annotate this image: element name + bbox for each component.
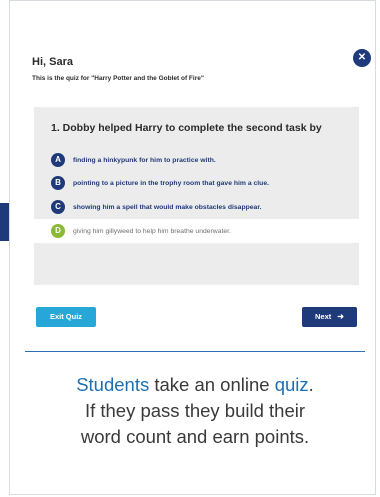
caption: Students take an online quiz. If they pa… xyxy=(25,372,365,450)
answer-option-d[interactable]: D giving him gillyweed to help him breat… xyxy=(34,219,359,243)
page: Hi, Sara This is the quiz for "Harry Pot… xyxy=(0,0,380,497)
arrow-right-icon: ➜ xyxy=(337,312,344,321)
next-button[interactable]: Next ➜ xyxy=(302,307,357,327)
option-text-c: showing him a spell that would make obst… xyxy=(73,203,262,211)
option-text-d: giving him gillyweed to help him breathe… xyxy=(73,227,231,235)
option-letter-b: B xyxy=(51,176,65,190)
exit-quiz-button[interactable]: Exit Quiz xyxy=(36,307,96,327)
option-letter-c: C xyxy=(51,200,65,214)
caption-line-1: Students take an online quiz. xyxy=(25,372,365,398)
caption-line-3: word count and earn points. xyxy=(80,426,310,447)
option-text-a: finding a hinkypunk for him to practice … xyxy=(73,156,216,164)
greeting: Hi, Sara xyxy=(32,56,73,68)
question-text: 1. Dobby helped Harry to complete the se… xyxy=(51,122,322,134)
option-letter-d: D xyxy=(51,224,65,238)
caption-part-2: . xyxy=(308,374,314,395)
caption-part-1: take an online xyxy=(149,374,275,395)
answer-option-c[interactable]: C showing him a spell that would make ob… xyxy=(51,199,261,215)
option-letter-a: A xyxy=(51,153,65,167)
answer-option-a[interactable]: A finding a hinkypunk for him to practic… xyxy=(51,152,216,168)
quiz-panel: 1. Dobby helped Harry to complete the se… xyxy=(34,107,359,285)
quiz-subtitle: This is the quiz for "Harry Potter and t… xyxy=(32,75,204,82)
option-text-b: pointing to a picture in the trophy room… xyxy=(73,179,269,187)
caption-line-2: If they pass they build their xyxy=(84,400,306,421)
close-icon: ✕ xyxy=(357,52,367,63)
divider xyxy=(25,351,365,352)
close-button[interactable]: ✕ xyxy=(353,49,371,67)
next-label: Next xyxy=(315,312,332,321)
caption-quiz: quiz xyxy=(274,374,309,395)
answer-option-b[interactable]: B pointing to a picture in the trophy ro… xyxy=(51,175,269,191)
caption-students: Students xyxy=(76,374,150,395)
